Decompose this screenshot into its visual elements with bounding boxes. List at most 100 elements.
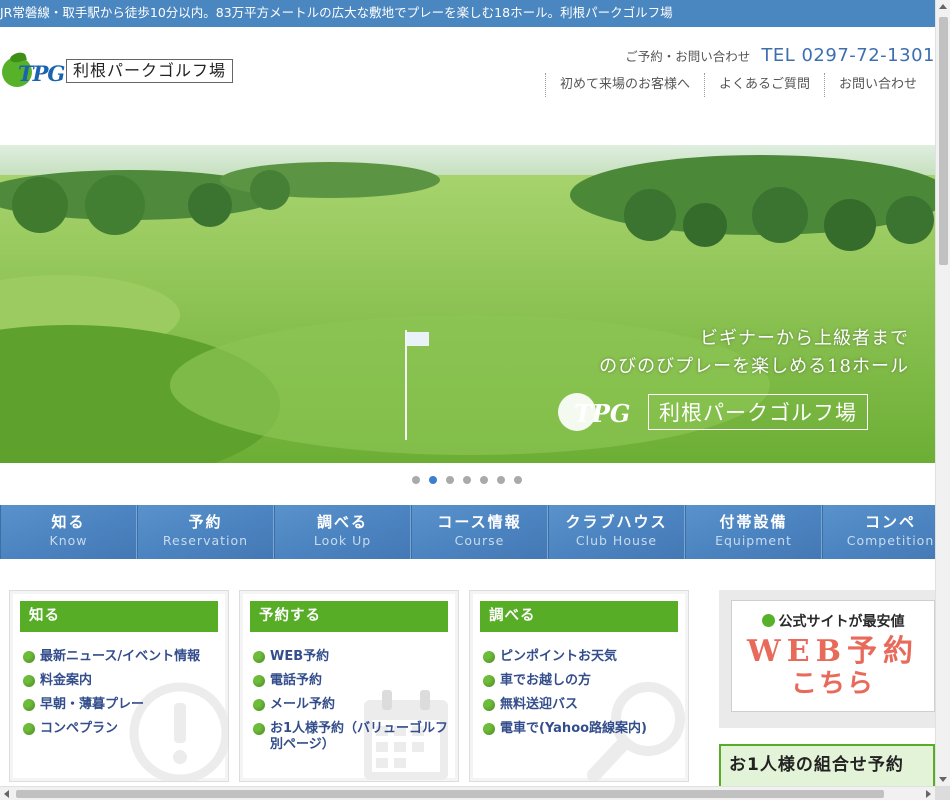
logo-tpg-text: TPG: [18, 61, 65, 86]
link-label: メール予約: [270, 697, 336, 712]
nav-label: クラブハウス: [565, 513, 668, 531]
site-header: TPG 利根パークゴルフ場 ご予約・お問い合わせ TEL 0297-72-130…: [0, 27, 935, 119]
golf-ball-icon: [761, 614, 775, 627]
bullet-icon: [23, 723, 35, 735]
link-news[interactable]: 最新ニュース/イベント情報: [23, 649, 228, 665]
slide-dot[interactable]: [446, 476, 454, 484]
link-label: ピンポイントお天気: [500, 649, 618, 664]
link-by-car[interactable]: 車でお越しの方: [483, 673, 688, 689]
hero-caption-line-2: のびのびプレーを楽しめる18ホール: [599, 356, 909, 377]
bullet-icon: [483, 723, 495, 735]
phone-number[interactable]: TEL 0297-72-1301: [761, 45, 935, 66]
banner-tagline: 公式サイトが最安値: [732, 611, 934, 631]
nav-course[interactable]: コース情報 Course: [411, 505, 548, 559]
nav-sublabel: Club House: [575, 533, 658, 548]
nav-equipment[interactable]: 付帯設備 Equipment: [685, 505, 822, 559]
banner-title: WEB予約: [747, 634, 919, 669]
link-mail-reservation[interactable]: メール予約: [253, 697, 458, 713]
side-column: 公式サイトが最安値 WEB予約 こちら: [719, 590, 935, 728]
vertical-scrollbar[interactable]: [935, 0, 950, 786]
link-label: 電車で(Yahoo路線案内): [500, 721, 647, 736]
bullet-icon: [253, 699, 265, 711]
scroll-thumb[interactable]: [16, 790, 884, 798]
logo-site-name: 利根パークゴルフ場: [66, 59, 234, 83]
slide-dot[interactable]: [463, 476, 471, 484]
link-label: 料金案内: [40, 673, 93, 688]
scrollbar-corner: [935, 786, 950, 800]
link-label: 車でお越しの方: [500, 673, 592, 688]
banner-subtitle: こちら: [790, 669, 875, 699]
nav-label: 付帯設備: [719, 513, 788, 531]
link-fees[interactable]: 料金案内: [23, 673, 228, 689]
subnav-first-visit[interactable]: 初めて来場のお客様へ: [545, 73, 704, 97]
bullet-icon: [23, 651, 35, 663]
nav-label: 知る: [51, 513, 86, 531]
hero-logo-name: 利根パークゴルフ場: [648, 394, 868, 430]
slide-dot[interactable]: [514, 476, 522, 484]
link-label: WEB予約: [270, 649, 330, 664]
nav-know[interactable]: 知る Know: [0, 505, 137, 559]
contact-info: ご予約・お問い合わせ TEL 0297-72-1301: [625, 45, 935, 66]
panel-reserve: 予約する WEB予約 電話予約 メール予約 お1人様予約（バリューゴルフ別ページ…: [239, 590, 459, 782]
slide-dot[interactable]: [480, 476, 488, 484]
link-label: 最新ニュース/イベント情報: [40, 649, 201, 664]
header-subnav: 初めて来場のお客様へ よくあるご質問 お問い合わせ: [545, 73, 931, 97]
bullet-icon: [483, 699, 495, 711]
scroll-thumb[interactable]: [939, 17, 948, 265]
contact-label: ご予約・お問い合わせ: [625, 49, 751, 64]
panel-title: 予約する: [250, 601, 448, 632]
panel-links: WEB予約 電話予約 メール予約 お1人様予約（バリューゴルフ別ページ）: [240, 649, 458, 753]
nav-sublabel: Equipment: [715, 533, 792, 548]
single-reservation-banner[interactable]: お1人様の組合せ予約: [719, 744, 935, 788]
link-free-shuttle[interactable]: 無料送迎バス: [483, 697, 688, 713]
web-reservation-banner[interactable]: 公式サイトが最安値 WEB予約 こちら: [731, 600, 935, 712]
slide-dot[interactable]: [412, 476, 420, 484]
top-announcement-bar: JR常磐線・取手駅から徒歩10分以内。83万平方メートルの広大な敷地でプレーを楽…: [0, 0, 935, 27]
banner-tagline-text: 公式サイトが最安値: [778, 614, 905, 630]
scroll-right-icon[interactable]: [926, 790, 931, 798]
nav-sublabel: Know: [49, 533, 88, 548]
hero-caption: ビギナーから上級者まで のびのびプレーを楽しめる18ホール: [599, 325, 909, 381]
link-web-reservation[interactable]: WEB予約: [253, 649, 458, 665]
scroll-left-icon[interactable]: [4, 790, 9, 798]
panel-title: 知る: [20, 601, 218, 632]
nav-sublabel: Look Up: [313, 533, 372, 548]
nav-label: コンペ: [864, 513, 916, 531]
nav-reservation[interactable]: 予約 Reservation: [137, 505, 274, 559]
subnav-contact[interactable]: お問い合わせ: [824, 73, 931, 97]
nav-club-house[interactable]: クラブハウス Club House: [548, 505, 685, 559]
slide-dot[interactable]: [497, 476, 505, 484]
hero-caption-line-1: ビギナーから上級者まで: [700, 328, 909, 349]
link-competition-plan[interactable]: コンペプラン: [23, 721, 228, 737]
link-early-late-play[interactable]: 早朝・薄暮プレー: [23, 697, 228, 713]
nav-sublabel: Reservation: [162, 533, 249, 548]
nav-label: コース情報: [437, 513, 522, 531]
nav-look-up[interactable]: 調べる Look Up: [274, 505, 411, 559]
bullet-icon: [253, 651, 265, 663]
bullet-icon: [23, 675, 35, 687]
global-nav: 知る Know 予約 Reservation 調べる Look Up コース情報 Cou…: [0, 505, 950, 559]
panel-links: 最新ニュース/イベント情報 料金案内 早朝・薄暮プレー コンペプラン: [10, 649, 228, 737]
panel-lookup: 調べる ピンポイントお天気 車でお越しの方 無料送迎バス 電車で(Yahoo路線…: [469, 590, 689, 782]
scroll-down-icon[interactable]: [939, 777, 947, 782]
link-by-train[interactable]: 電車で(Yahoo路線案内): [483, 721, 688, 737]
subnav-faq[interactable]: よくあるご質問: [704, 73, 824, 97]
link-label: 電話予約: [270, 673, 323, 688]
tpg-logo-mark: TPG: [2, 51, 65, 89]
site-logo[interactable]: TPG 利根パークゴルフ場: [2, 51, 234, 89]
link-label: 早朝・薄暮プレー: [40, 697, 145, 712]
nav-competition[interactable]: コンペ Competition: [822, 505, 950, 559]
hero-slideshow[interactable]: ビギナーから上級者まで のびのびプレーを楽しめる18ホール TPG 利根パークゴ…: [0, 145, 935, 463]
slide-dot-active[interactable]: [429, 476, 437, 484]
link-single-reservation[interactable]: お1人様予約（バリューゴルフ別ページ）: [253, 721, 458, 753]
slideshow-dots: [412, 476, 522, 484]
single-banner-text: お1人様の組合せ予約: [729, 755, 904, 775]
horizontal-scrollbar[interactable]: [0, 786, 935, 800]
bullet-icon: [483, 675, 495, 687]
scroll-up-icon[interactable]: [939, 4, 947, 9]
panel-title: 調べる: [480, 601, 678, 632]
link-weather[interactable]: ピンポイントお天気: [483, 649, 688, 665]
link-phone-reservation[interactable]: 電話予約: [253, 673, 458, 689]
bullet-icon: [253, 675, 265, 687]
panel-know: 知る 最新ニュース/イベント情報 料金案内 早朝・薄暮プレー コンペプラン: [9, 590, 229, 782]
